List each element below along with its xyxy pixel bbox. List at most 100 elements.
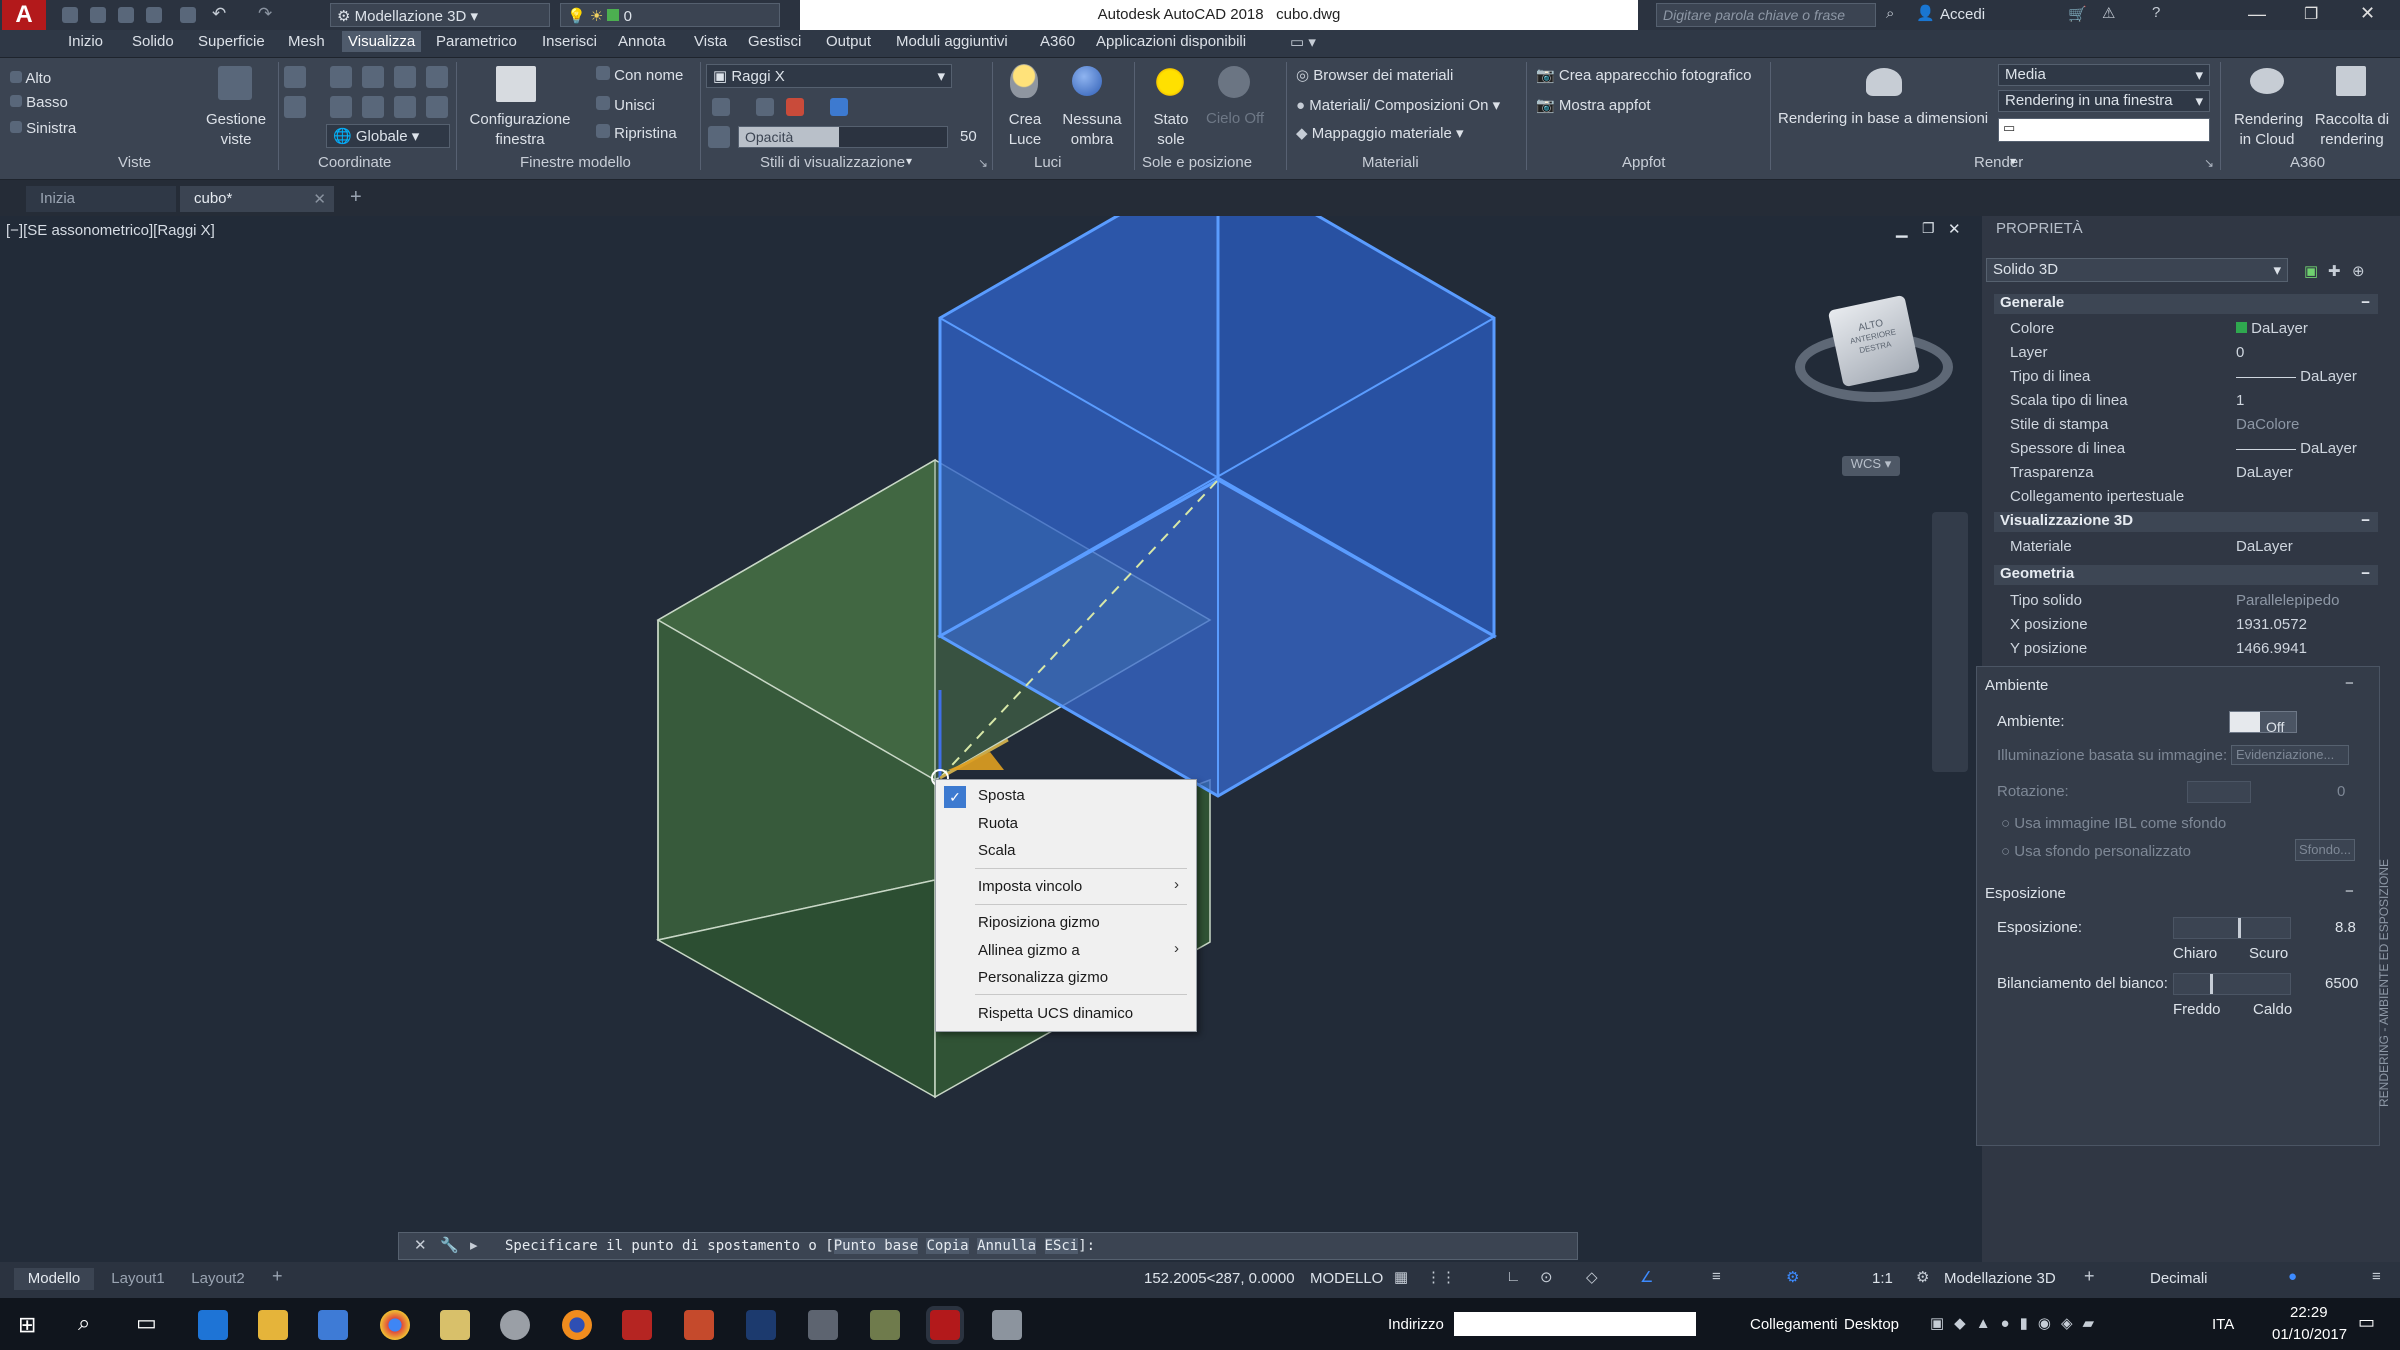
opacity-slider[interactable]: Opacità <box>738 126 948 148</box>
render-gallery-icon[interactable] <box>2336 66 2366 96</box>
taskbar-search-icon[interactable]: ⌕ <box>78 1310 90 1336</box>
wcs-button[interactable]: WCS ▾ <box>1842 456 1900 476</box>
acrobat-icon[interactable] <box>622 1310 652 1340</box>
menu-item-riposiziona-gizmo[interactable]: Riposiziona gizmo <box>978 914 1100 931</box>
ortho-icon[interactable]: ∟ <box>1506 1268 1521 1285</box>
signin-button[interactable]: Accedi <box>1940 6 1985 23</box>
ucs-icon-9[interactable] <box>394 96 416 118</box>
style-icon-3[interactable] <box>786 98 804 116</box>
print-icon[interactable] <box>180 7 196 23</box>
menu-item-rispetta-ucs[interactable]: Rispetta UCS dinamico <box>978 1005 1133 1022</box>
white-balance-slider[interactable] <box>2173 973 2291 995</box>
cmd-option-base[interactable]: Punto base <box>833 1238 919 1254</box>
viewport-config-icon[interactable] <box>496 66 536 102</box>
ucs-icon-3[interactable] <box>362 66 384 88</box>
create-camera-button[interactable]: 📷 Crea apparecchio fotografico <box>1536 66 1751 84</box>
tab-applicazioni[interactable]: Applicazioni disponibili <box>1096 33 1246 50</box>
section-geometria[interactable]: Geometria − <box>1994 565 2378 585</box>
windows-start-icon[interactable]: ⊞ <box>18 1312 36 1338</box>
chrome-icon[interactable] <box>380 1310 410 1340</box>
store-icon[interactable] <box>318 1310 348 1340</box>
render-size-icon[interactable] <box>1866 68 1902 96</box>
cart-icon[interactable]: 🛒 <box>2068 5 2087 23</box>
section-generale[interactable]: Generale − <box>1994 294 2378 314</box>
clock-time[interactable]: 22:29 <box>2290 1304 2328 1321</box>
workspace-dropdown[interactable]: ⚙ Modellazione 3D ▾ <box>330 3 550 27</box>
doc-tab-cubo[interactable]: cubo* ✕ <box>180 186 334 212</box>
ucs-icon-4[interactable] <box>394 66 416 88</box>
cmd-history-icon[interactable]: ▸ <box>470 1236 478 1254</box>
viewcube-box[interactable]: ALTO ANTERIORE DESTRA <box>1827 294 1921 388</box>
cmd-settings-icon[interactable]: 🔧 <box>440 1236 459 1254</box>
menu-item-allinea-gizmo[interactable]: Allinea gizmo a <box>978 942 1080 959</box>
new-tab-icon[interactable]: + <box>350 186 362 209</box>
workspace-status[interactable]: Modellazione 3D <box>1944 1270 2056 1287</box>
calculator-icon[interactable] <box>808 1310 838 1340</box>
shadow-icon[interactable] <box>1072 66 1102 96</box>
stili-launcher-icon[interactable]: ↘ <box>978 156 988 170</box>
cloud-render-button[interactable]: Rendering in Cloud <box>2234 110 2303 150</box>
render-preset-dropdown[interactable]: Media ▾ <box>1998 64 2210 86</box>
show-cameras-button[interactable]: 📷 Mostra appfot <box>1536 96 1651 114</box>
view-bottom[interactable]: Basso <box>10 94 68 111</box>
search-input[interactable]: Digitare parola chiave o frase <box>1656 3 1876 27</box>
snap-icon[interactable]: ⋮⋮ <box>1426 1268 1456 1286</box>
folder-icon[interactable] <box>440 1310 470 1340</box>
menu-item-personalizza-gizmo[interactable]: Personalizza gizmo <box>978 969 1108 986</box>
tab-gestisci[interactable]: Gestisci <box>748 33 801 50</box>
close-icon[interactable]: ✕ <box>2360 3 2375 24</box>
tab-vista[interactable]: Vista <box>694 33 727 50</box>
view-manager-icon[interactable] <box>218 66 252 100</box>
render-output-field[interactable]: ▭ <box>1998 118 2210 142</box>
tab-visualizza[interactable]: Visualizza <box>342 31 422 52</box>
ucs-icon-1[interactable] <box>284 66 306 88</box>
render-target-dropdown[interactable]: Rendering in una finestra ▾ <box>1998 90 2210 112</box>
edge-icon[interactable] <box>198 1310 228 1340</box>
close-tab-icon[interactable]: ✕ <box>313 190 326 208</box>
ucs-icon-7[interactable] <box>330 96 352 118</box>
layout-tab-2[interactable]: Layout2 <box>180 1268 256 1290</box>
pickadd-icon[interactable]: ⊕ <box>2352 262 2365 280</box>
materials-on-button[interactable]: ● Materiali/ Composizioni On ▾ <box>1296 96 1500 114</box>
add-layout-icon[interactable]: + <box>272 1266 283 1287</box>
tab-a360[interactable]: A360 <box>1040 33 1075 50</box>
select-objects-icon[interactable]: ✚ <box>2328 262 2341 280</box>
exposure-value[interactable]: 8.8 <box>2335 919 2356 936</box>
section-visualizzazione-3d[interactable]: Visualizzazione 3D − <box>1994 512 2378 532</box>
photoshop-icon[interactable] <box>746 1310 776 1340</box>
stili-dropdown-icon[interactable]: ▾ <box>906 154 912 168</box>
tab-annota[interactable]: Annota <box>618 33 666 50</box>
osnap-icon[interactable]: ◇ <box>1586 1268 1598 1286</box>
prop-spessore-value[interactable]: DaLayer <box>2236 440 2357 457</box>
links-toolbar[interactable]: Collegamenti <box>1750 1316 1838 1333</box>
tab-inserisci[interactable]: Inserisci <box>542 33 597 50</box>
layout-tab-modello[interactable]: Modello <box>14 1268 94 1290</box>
viewport-config-button[interactable]: Configurazione finestra <box>466 110 574 150</box>
render-size-button[interactable]: Rendering in base a dimensioni <box>1778 110 1988 127</box>
tab-mesh[interactable]: Mesh <box>288 33 325 50</box>
ucs-icon-6[interactable] <box>284 96 306 118</box>
style-icon-4[interactable] <box>830 98 848 116</box>
cloud-render-icon[interactable] <box>2250 68 2284 94</box>
save-as-icon[interactable] <box>146 7 162 23</box>
render-launcher-icon[interactable]: ↘ <box>2204 156 2214 170</box>
units-status[interactable]: Decimali <box>2150 1270 2208 1287</box>
model-space-button[interactable]: MODELLO <box>1310 1270 1383 1287</box>
new-icon[interactable] <box>62 7 78 23</box>
material-mapping-button[interactable]: ◆ Mappaggio materiale ▾ <box>1296 124 1464 142</box>
maximize-icon[interactable]: ❐ <box>2304 4 2318 24</box>
view-left[interactable]: Sinistra <box>10 120 76 137</box>
coord-system-dropdown[interactable]: 🌐 Globale ▾ <box>326 124 450 148</box>
layout-tab-1[interactable]: Layout1 <box>100 1268 176 1290</box>
view-manager-button[interactable]: Gestione viste <box>206 110 266 150</box>
autocad-other-icon[interactable] <box>992 1310 1022 1340</box>
prop-layer-value[interactable]: 0 <box>2236 344 2244 361</box>
menu-item-sposta[interactable]: Sposta <box>978 787 1025 804</box>
restore-viewports-button[interactable]: Ripristina <box>596 124 677 142</box>
ribbon-toggle-icon[interactable]: ▭ ▾ <box>1290 33 1316 51</box>
no-shadow-button[interactable]: Nessuna ombra <box>1062 110 1122 150</box>
ucs-icon-10[interactable] <box>426 96 448 118</box>
app-icon[interactable] <box>500 1310 530 1340</box>
workspace-gear-icon[interactable]: ⚙ <box>1916 1268 1929 1286</box>
undo-icon[interactable]: ↶ <box>212 4 226 24</box>
